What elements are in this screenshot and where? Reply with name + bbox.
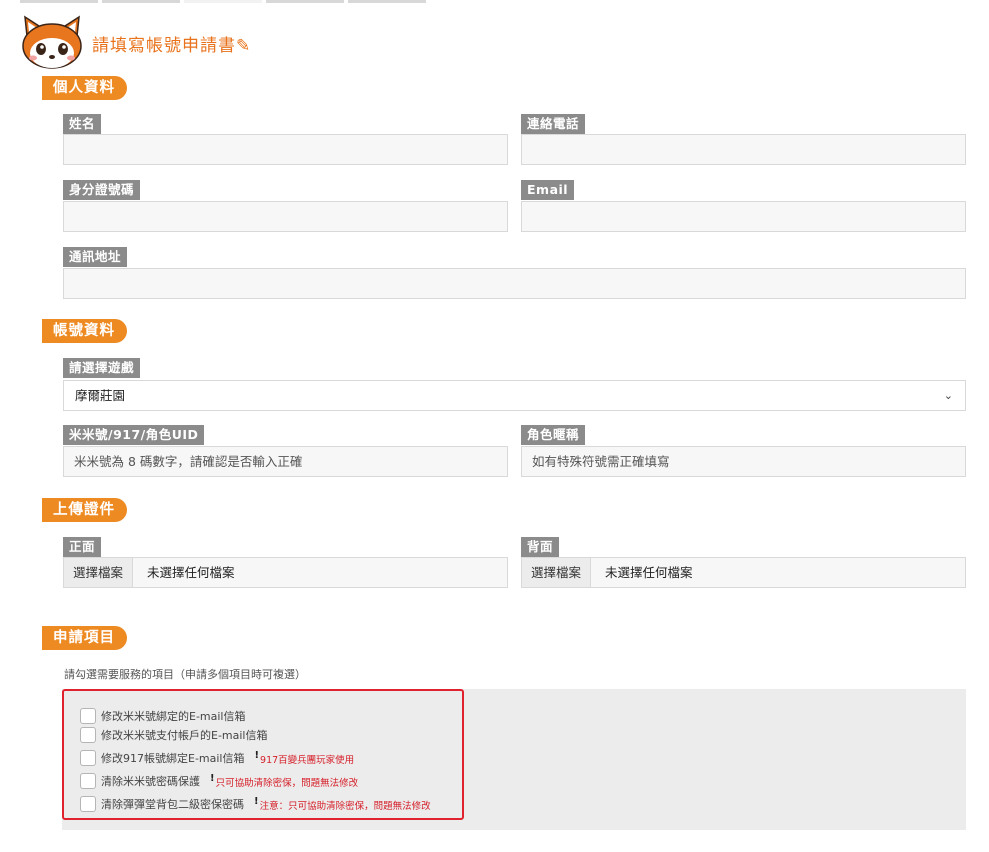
apply-items-highlight: 修改米米號綁定的E-mail信箱 修改米米號支付帳戶的E-mail信箱 修改91… <box>62 689 464 820</box>
phone-input[interactable] <box>521 134 966 165</box>
uid-input[interactable]: 米米號為 8 碼數字，請確認是否輸入正確 <box>63 446 508 477</box>
back-file-input[interactable]: 選擇檔案 未選擇任何檔案 <box>521 557 966 588</box>
front-label: 正面 <box>63 537 102 557</box>
section-personal-info: 個人資料 <box>42 76 127 100</box>
apply-item-label: 清除彈彈堂背包二級密保密碼 <box>101 798 244 811</box>
apply-item[interactable]: 清除彈彈堂背包二級密保密碼 !注意：只可協助清除密保，問題無法修改 <box>80 795 431 813</box>
top-tab[interactable] <box>102 0 180 3</box>
nickname-placeholder: 如有特殊符號需正確填寫 <box>532 454 670 469</box>
top-tab[interactable] <box>20 0 98 3</box>
apply-item-note: !只可協助清除密保，問題無法修改 <box>210 773 359 789</box>
apply-item-label: 清除米米號密碼保護 <box>101 775 200 788</box>
apply-item[interactable]: 修改917帳號綁定E-mail信箱 !917百變兵團玩家使用 <box>80 749 354 767</box>
page-header: 請填寫帳號申請書✎ <box>18 14 251 72</box>
checkbox[interactable] <box>80 708 96 724</box>
apply-item-label: 修改米米號綁定的E-mail信箱 <box>101 710 246 723</box>
exclamation-icon: ! <box>254 796 259 807</box>
name-input[interactable] <box>63 134 508 165</box>
apply-item-note-text: 917百變兵團玩家使用 <box>260 755 355 766</box>
apply-item[interactable]: 清除米米號密碼保護 !只可協助清除密保，問題無法修改 <box>80 772 358 790</box>
exclamation-icon: ! <box>254 750 260 761</box>
apply-item-note: !注意：只可協助清除密保，問題無法修改 <box>254 796 431 812</box>
top-tab-strip <box>20 0 426 3</box>
game-select-label: 請選擇遊戲 <box>63 358 141 378</box>
section-account-info: 帳號資料 <box>42 319 127 343</box>
checkbox[interactable] <box>80 773 96 789</box>
nickname-label: 角色暱稱 <box>521 425 586 445</box>
uid-label: 米米號/917/角色UID <box>63 425 205 445</box>
uid-placeholder: 米米號為 8 碼數字，請確認是否輸入正確 <box>74 454 303 469</box>
front-file-input[interactable]: 選擇檔案 未選擇任何檔案 <box>63 557 508 588</box>
top-tab[interactable] <box>348 0 426 3</box>
checkbox[interactable] <box>80 727 96 743</box>
section-apply-items: 申請項目 <box>42 626 127 650</box>
back-file-name: 未選擇任何檔案 <box>605 565 693 580</box>
apply-item-note-text: 注意：只可協助清除密保，問題無法修改 <box>259 801 431 812</box>
red-panda-mascot-icon <box>22 15 82 69</box>
chevron-down-icon: ⌄ <box>943 389 953 402</box>
back-label: 背面 <box>521 537 560 557</box>
top-tab-active[interactable] <box>184 0 262 3</box>
email-label: Email <box>521 180 575 200</box>
top-tab[interactable] <box>266 0 344 3</box>
apply-item-note: !917百變兵團玩家使用 <box>254 750 355 766</box>
game-selected-value: 摩爾莊園 <box>75 388 126 403</box>
section-upload-id: 上傳證件 <box>42 498 127 522</box>
exclamation-icon: ! <box>210 773 215 784</box>
apply-item-note-text: 只可協助清除密保，問題無法修改 <box>215 778 359 789</box>
front-choose-file-button[interactable]: 選擇檔案 <box>64 558 134 587</box>
address-label: 通訊地址 <box>63 247 128 267</box>
checkbox[interactable] <box>80 796 96 812</box>
back-choose-file-button[interactable]: 選擇檔案 <box>522 558 592 587</box>
apply-hint: 請勾選需要服務的項目（申請多個項目時可複選） <box>64 668 306 681</box>
nickname-input[interactable]: 如有特殊符號需正確填寫 <box>521 446 966 477</box>
apply-item[interactable]: 修改米米號綁定的E-mail信箱 <box>80 707 246 725</box>
email-input[interactable] <box>521 201 966 232</box>
checkbox[interactable] <box>80 750 96 766</box>
phone-label: 連絡電話 <box>521 114 586 134</box>
id-number-input[interactable] <box>63 201 508 232</box>
page-title: 請填寫帳號申請書✎ <box>92 35 252 56</box>
id-number-label: 身分證號碼 <box>63 180 141 200</box>
apply-item-label: 修改米米號支付帳戶的E-mail信箱 <box>101 729 268 742</box>
name-label: 姓名 <box>63 114 102 134</box>
apply-item[interactable]: 修改米米號支付帳戶的E-mail信箱 <box>80 726 268 744</box>
address-input[interactable] <box>63 268 966 299</box>
front-file-name: 未選擇任何檔案 <box>147 565 235 580</box>
apply-item-label: 修改917帳號綁定E-mail信箱 <box>101 752 245 765</box>
game-select[interactable]: 摩爾莊園 ⌄ <box>63 380 966 411</box>
